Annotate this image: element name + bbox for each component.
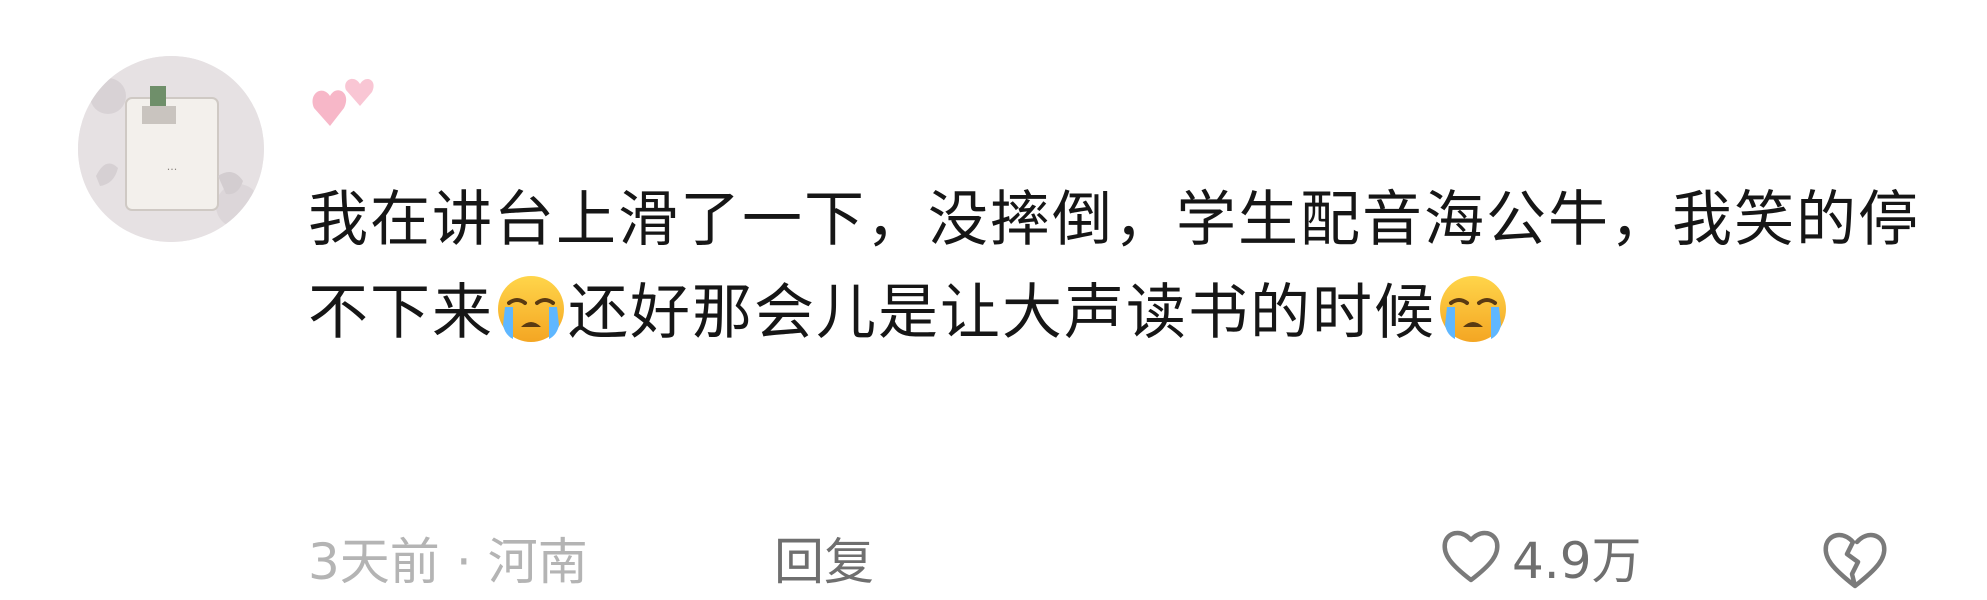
like-count: 4.9万 bbox=[1512, 532, 1642, 590]
broken-heart-icon bbox=[1820, 532, 1890, 594]
avatar[interactable]: ... bbox=[78, 56, 264, 242]
loudly-crying-face-icon bbox=[1437, 273, 1509, 345]
comment-text: 我在讲台上滑了一下，没摔倒，学生配音海公牛，我笑的停不下来 还好那会儿是让大声读书… bbox=[308, 174, 1948, 360]
comment-text-part-2: 还好那会儿是让大声读书的时候 bbox=[568, 278, 1436, 348]
pink-hearts-icon bbox=[306, 64, 386, 148]
comment-time: 3天前 bbox=[308, 533, 440, 591]
meta-separator: · bbox=[455, 533, 472, 591]
heart-outline-icon bbox=[1440, 526, 1502, 588]
comment-meta: 3天前 · 河南 bbox=[308, 522, 588, 594]
svg-text:...: ... bbox=[167, 160, 178, 173]
comment-item: ... 我在讲台上滑了一下，没摔倒，学生配音海公牛，我笑的停不下来 还好那会儿是让… bbox=[0, 0, 1987, 600]
dislike-button[interactable] bbox=[1820, 528, 1890, 594]
loudly-crying-face-icon bbox=[495, 273, 567, 345]
like-button[interactable]: 4.9万 bbox=[1440, 522, 1642, 592]
comment-location: 河南 bbox=[487, 533, 588, 591]
reply-button[interactable]: 回复 bbox=[774, 522, 874, 594]
